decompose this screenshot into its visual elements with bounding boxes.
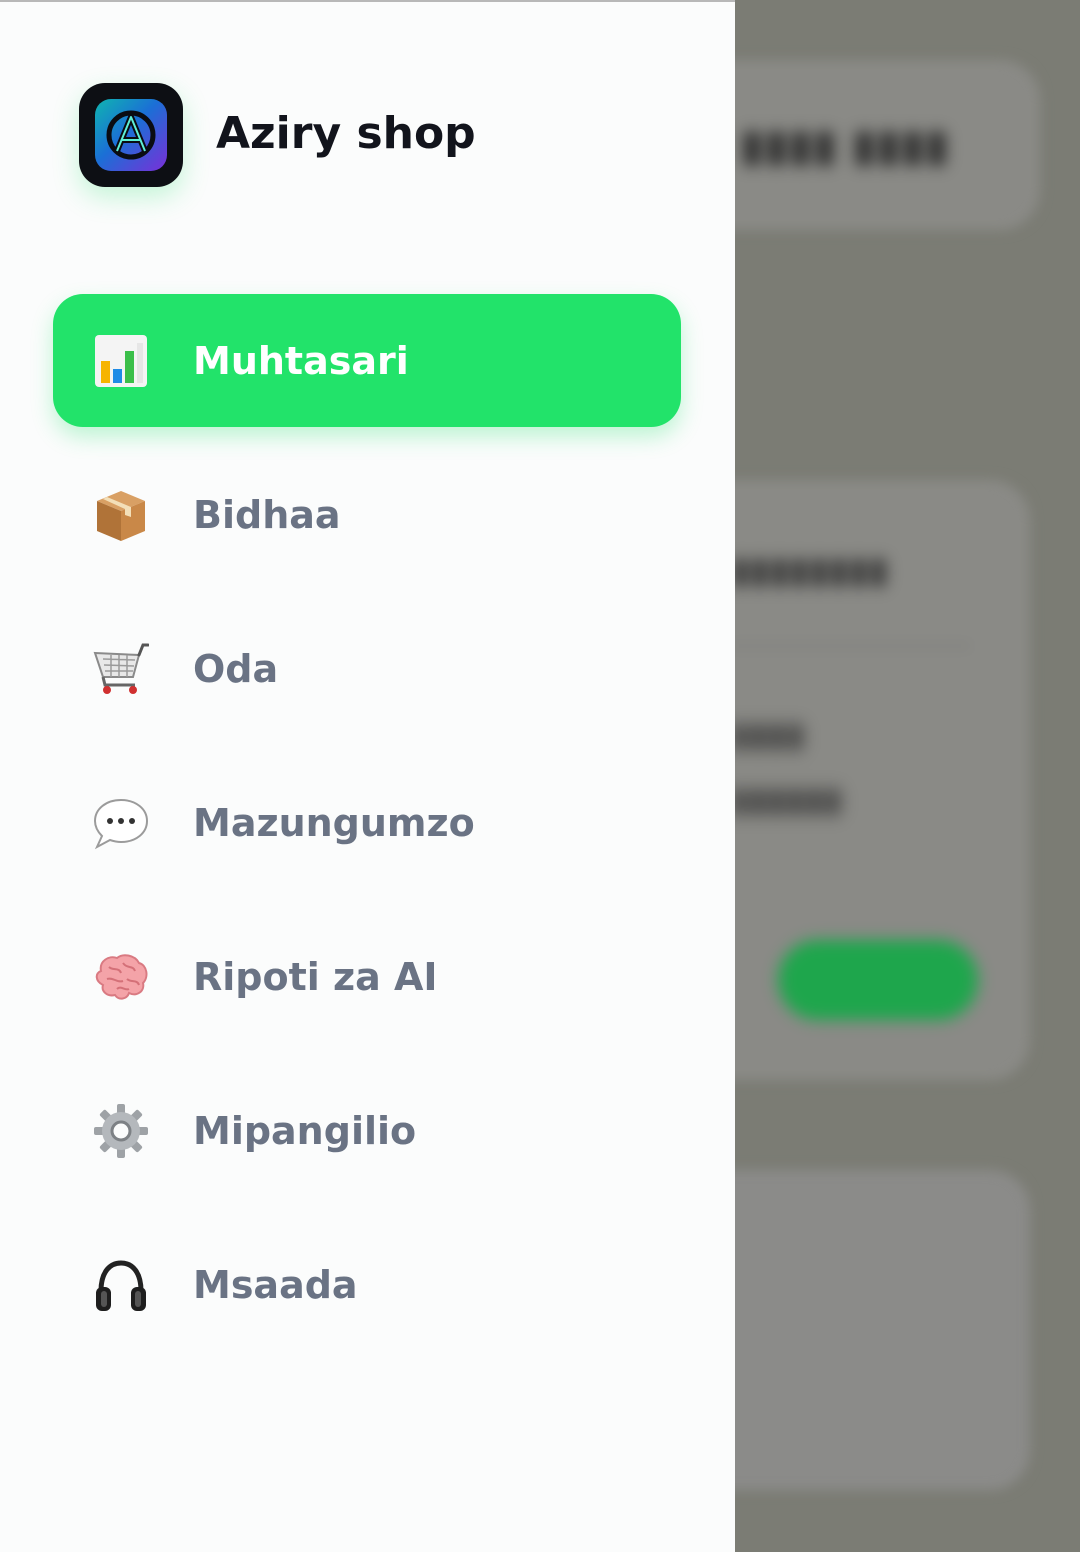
nav-menu: Muhtasari Bidhaa Oda Mazungumzo Ripoti z… [53, 294, 681, 1372]
background-card-line: ▮▮▮▮▮▮ [730, 780, 843, 820]
nav-item-ripoti-za-ai[interactable]: Ripoti za AI [53, 910, 681, 1043]
brain-icon [93, 949, 149, 1005]
nav-item-label: Msaada [193, 1262, 358, 1307]
background-card-line: ▮▮▮▮ [730, 715, 805, 755]
background-action-button [778, 940, 978, 1020]
nav-item-label: Mipangilio [193, 1108, 417, 1153]
nav-item-mazungumzo[interactable]: Mazungumzo [53, 756, 681, 889]
gear-icon [93, 1103, 149, 1159]
nav-item-label: Ripoti za AI [193, 954, 438, 999]
background-header-text: ▮▮▮▮ ▮▮▮▮ [740, 120, 950, 171]
app-name: Aziry shop [216, 108, 476, 159]
speech-bubble-icon [93, 795, 149, 851]
nav-item-oda[interactable]: Oda [53, 602, 681, 735]
nav-item-muhtasari[interactable]: Muhtasari [53, 294, 681, 427]
app-logo-icon [95, 99, 167, 171]
nav-item-label: Bidhaa [193, 492, 341, 537]
nav-item-label: Mazungumzo [193, 800, 475, 845]
nav-item-label: Muhtasari [193, 338, 409, 383]
app-logo [79, 83, 183, 187]
background-divider [730, 645, 970, 647]
background-card-heading: ▮▮▮▮▮▮▮▮ [730, 550, 889, 591]
navigation-drawer: Aziry shop Muhtasari Bidhaa Oda Mazungum… [0, 0, 735, 1552]
headphones-icon [93, 1257, 149, 1313]
nav-item-mipangilio[interactable]: Mipangilio [53, 1064, 681, 1197]
nav-item-label: Oda [193, 646, 279, 691]
shopping-cart-icon [93, 641, 149, 697]
package-icon [93, 487, 149, 543]
nav-item-msaada[interactable]: Msaada [53, 1218, 681, 1351]
nav-item-bidhaa[interactable]: Bidhaa [53, 448, 681, 581]
bar-chart-icon [93, 333, 149, 389]
